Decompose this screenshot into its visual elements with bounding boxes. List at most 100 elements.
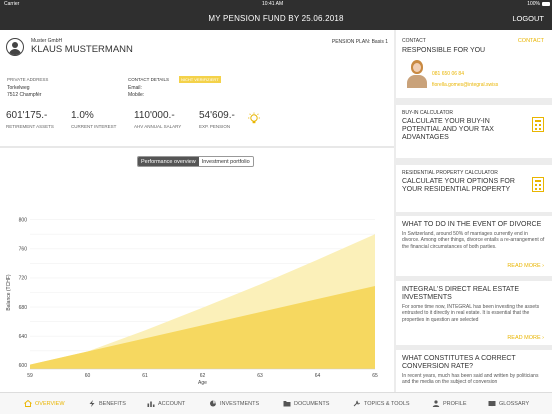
news-text: In recent years, much has been said and … xyxy=(402,373,539,386)
home-icon xyxy=(24,400,32,407)
news-item-real-estate[interactable]: INTEGRAL'S DIRECT REAL ESTATE INVESTMENT… xyxy=(396,281,552,345)
chart-icon xyxy=(147,401,155,407)
property-label: RESIDENTIAL PROPERTY CALCULATOR xyxy=(402,170,498,176)
nav-overview[interactable]: OVERVIEW xyxy=(24,400,65,407)
news-text: For some time now, INTEGRAL has been inv… xyxy=(402,304,540,323)
news-item-divorce[interactable]: WHAT TO DO IN THE EVENT OF DIVORCE In Sw… xyxy=(396,216,552,276)
news-item-conversion-rate[interactable]: WHAT CONSTITUTES A CORRECT CONVERSION RA… xyxy=(396,350,552,392)
buyin-label: BUY-IN CALCULATOR xyxy=(402,110,454,116)
y-tick-label: 800 xyxy=(19,217,28,223)
nav-glossary[interactable]: GLOSSARY xyxy=(488,400,529,407)
status-bar: Carrier 10:41 AM 100% xyxy=(0,0,552,8)
y-tick-label: 760 xyxy=(19,247,28,253)
nav-label: BENEFITS xyxy=(99,400,126,407)
kpi-pension-value: 54'609.- xyxy=(199,110,235,121)
read-more-link[interactable]: READ MORE › xyxy=(507,263,544,269)
read-more-label: READ MORE xyxy=(507,335,541,341)
mobile-label: Mobile: xyxy=(128,92,145,98)
nav-label: GLOSSARY xyxy=(499,400,530,407)
kpi-retirement-assets-label: RETIREMENT ASSETS xyxy=(6,124,54,129)
battery-label: 100% xyxy=(527,1,540,7)
contact-phone[interactable]: 081 650 06 84 xyxy=(432,71,464,77)
calculator-icon xyxy=(532,177,544,192)
nav-label: INVESTMENTS xyxy=(220,400,260,407)
carrier-label: Carrier xyxy=(4,1,20,7)
section-divider xyxy=(0,146,394,148)
nav-account[interactable]: ACCOUNT xyxy=(147,400,185,407)
kpi-interest-value: 1.0% xyxy=(71,110,94,121)
verification-badge: NICHT VERIFIZIERT xyxy=(179,76,221,83)
news-heading: WHAT CONSTITUTES A CORRECT CONVERSION RA… xyxy=(402,355,516,370)
folder-icon xyxy=(283,401,291,407)
book-icon xyxy=(488,401,496,407)
nav-label: TOPICS & TOOLS xyxy=(364,400,410,407)
nav-benefits[interactable]: BENEFITS xyxy=(88,400,126,407)
avatar-icon xyxy=(6,38,24,56)
contact-heading: RESPONSIBLE FOR YOU xyxy=(402,47,486,54)
news-heading: INTEGRAL'S DIRECT REAL ESTATE INVESTMENT… xyxy=(402,286,519,301)
nav-documents[interactable]: DOCUMENTS xyxy=(283,400,329,407)
tab-investment-portfolio[interactable]: Investment portfolio xyxy=(198,157,253,166)
x-tick-label: 59 xyxy=(27,373,33,379)
chart-tabs: Performance overview Investment portfoli… xyxy=(137,156,254,167)
address-city: 7512 Champfèr xyxy=(7,92,42,98)
y-axis-label: Balance (TCHF) xyxy=(6,274,12,310)
pension-plan: PENSION PLAN: Basis 1 xyxy=(331,39,388,45)
x-tick-label: 63 xyxy=(257,373,263,379)
y-tick-label: 600 xyxy=(19,363,28,369)
nav-label: PROFILE xyxy=(443,400,467,407)
address-label: PRIVATE ADDRESS xyxy=(7,77,49,82)
contact-email[interactable]: fiorella.gomes@integral.swiss xyxy=(432,82,498,88)
member-name: KLAUS MUSTERMANN xyxy=(31,44,133,55)
page-title: MY PENSION FUND BY 25.06.2018 xyxy=(208,14,344,23)
nav-investments[interactable]: INVESTMENTS xyxy=(209,400,259,407)
tab-performance-overview[interactable]: Performance overview xyxy=(138,157,199,166)
x-tick-label: 60 xyxy=(85,373,91,379)
battery-icon xyxy=(542,2,550,6)
nav-topics-tools[interactable]: TOPICS & TOOLS xyxy=(353,400,410,407)
contact-card: CONTACT CONTACT RESPONSIBLE FOR YOU 081 … xyxy=(396,30,552,98)
buyin-heading: CALCULATE YOUR BUY-IN POTENTIAL AND YOUR… xyxy=(402,118,494,141)
y-tick-label: 640 xyxy=(19,334,28,340)
kpi-pension-label: EXP. PENSION xyxy=(199,124,231,129)
property-heading: CALCULATE YOUR OPTIONS FOR YOUR RESIDENT… xyxy=(402,178,515,193)
tools-icon xyxy=(353,400,360,407)
y-tick-label: 680 xyxy=(19,305,28,311)
kpi-salary-value: 110'000.- xyxy=(134,110,175,121)
area-series-1 xyxy=(30,285,375,369)
x-tick-label: 62 xyxy=(200,373,206,379)
kpi-salary-label: AHV ANNUAL SALARY xyxy=(134,124,182,129)
x-tick-label: 61 xyxy=(142,373,148,379)
property-calculator-card[interactable]: RESIDENTIAL PROPERTY CALCULATOR CALCULAT… xyxy=(396,165,552,212)
email-label: Email: xyxy=(128,85,142,91)
advisor-photo xyxy=(406,60,428,88)
kpi-interest-label: CURRENT INTEREST xyxy=(71,124,117,129)
logout-button[interactable]: LOGOUT xyxy=(512,14,544,23)
main-panel: Muster GmbH KLAUS MUSTERMANN PENSION PLA… xyxy=(0,30,394,392)
lightbulb-icon[interactable] xyxy=(247,112,261,126)
x-tick-label: 64 xyxy=(315,373,321,379)
nav-label: DOCUMENTS xyxy=(294,400,330,407)
read-more-link[interactable]: READ MORE › xyxy=(507,335,544,341)
app-header: MY PENSION FUND BY 25.06.2018 LOGOUT xyxy=(0,8,552,30)
contact-details-label: CONTACT DETAILS xyxy=(128,77,170,82)
pie-icon xyxy=(210,400,216,407)
contact-link[interactable]: CONTACT xyxy=(518,38,544,44)
news-text: In Switzerland, around 50% of marriages … xyxy=(402,231,545,250)
kpi-retirement-assets-value: 601'175.- xyxy=(6,110,48,121)
y-tick-label: 720 xyxy=(19,276,28,282)
read-more-label: READ MORE xyxy=(507,263,541,269)
user-icon xyxy=(432,400,440,407)
nav-profile[interactable]: PROFILE xyxy=(432,400,467,407)
bolt-icon xyxy=(89,400,95,407)
address-street: Torkelweg xyxy=(7,85,30,91)
nav-label: ACCOUNT xyxy=(158,400,186,407)
x-axis-label: Age xyxy=(198,380,207,386)
balance-chart: 600 640 680 720 760 800 59 60 61 62 63 64 65 Age Balan… xyxy=(6,217,378,386)
sidebar: CONTACT CONTACT RESPONSIBLE FOR YOU 081 … xyxy=(396,30,552,392)
x-tick-label: 65 xyxy=(372,373,378,379)
news-heading: WHAT TO DO IN THE EVENT OF DIVORCE xyxy=(402,221,542,228)
clock: 10:41 AM xyxy=(262,1,284,7)
buyin-calculator-card[interactable]: BUY-IN CALCULATOR CALCULATE YOUR BUY-IN … xyxy=(396,105,552,158)
calculator-icon xyxy=(532,117,544,132)
